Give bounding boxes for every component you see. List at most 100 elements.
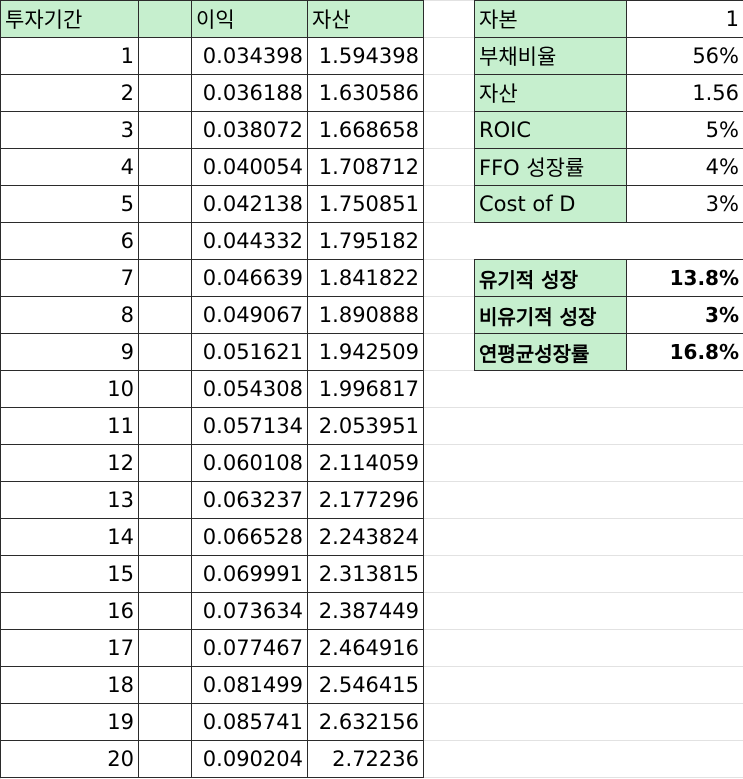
cell-profit-4[interactable]: 0.040054 bbox=[191, 148, 308, 186]
cell-assets-9[interactable]: 1.942509 bbox=[307, 333, 424, 371]
cell-blank-16[interactable] bbox=[138, 592, 192, 630]
param-value-0[interactable]: 1 bbox=[626, 0, 743, 38]
cell-blank-5[interactable] bbox=[138, 185, 192, 223]
cell-profit-17[interactable]: 0.077467 bbox=[191, 629, 308, 667]
param-value-3[interactable]: 5% bbox=[626, 111, 743, 149]
cell-period-9[interactable]: 9 bbox=[0, 333, 139, 371]
header-blank[interactable] bbox=[138, 0, 192, 38]
cell-period-4[interactable]: 4 bbox=[0, 148, 139, 186]
cell-profit-16[interactable]: 0.073634 bbox=[191, 592, 308, 630]
result-label-0[interactable]: 유기적 성장 bbox=[474, 259, 627, 297]
cell-period-11[interactable]: 11 bbox=[0, 407, 139, 445]
cell-period-12[interactable]: 12 bbox=[0, 444, 139, 482]
cell-profit-10[interactable]: 0.054308 bbox=[191, 370, 308, 408]
header-period[interactable]: 투자기간 bbox=[0, 0, 139, 38]
cell-profit-6[interactable]: 0.044332 bbox=[191, 222, 308, 260]
cell-blank-15[interactable] bbox=[138, 555, 192, 593]
cell-blank-13[interactable] bbox=[138, 481, 192, 519]
cell-assets-5[interactable]: 1.750851 bbox=[307, 185, 424, 223]
cell-profit-18[interactable]: 0.081499 bbox=[191, 666, 308, 704]
param-value-2[interactable]: 1.56 bbox=[626, 74, 743, 112]
result-value-2[interactable]: 16.8% bbox=[626, 333, 743, 371]
param-label-5[interactable]: Cost of D bbox=[474, 185, 627, 223]
cell-assets-20[interactable]: 2.72236 bbox=[307, 740, 424, 778]
param-label-0[interactable]: 자본 bbox=[474, 0, 627, 38]
cell-period-17[interactable]: 17 bbox=[0, 629, 139, 667]
cell-period-2[interactable]: 2 bbox=[0, 74, 139, 112]
header-profit[interactable]: 이익 bbox=[191, 0, 308, 38]
cell-assets-19[interactable]: 2.632156 bbox=[307, 703, 424, 741]
cell-period-20[interactable]: 20 bbox=[0, 740, 139, 778]
cell-assets-3[interactable]: 1.668658 bbox=[307, 111, 424, 149]
cell-blank-12[interactable] bbox=[138, 444, 192, 482]
cell-period-16[interactable]: 16 bbox=[0, 592, 139, 630]
cell-blank-19[interactable] bbox=[138, 703, 192, 741]
cell-assets-2[interactable]: 1.630586 bbox=[307, 74, 424, 112]
cell-blank-14[interactable] bbox=[138, 518, 192, 556]
cell-profit-3[interactable]: 0.038072 bbox=[191, 111, 308, 149]
cell-period-7[interactable]: 7 bbox=[0, 259, 139, 297]
cell-blank-6[interactable] bbox=[138, 222, 192, 260]
cell-assets-12[interactable]: 2.114059 bbox=[307, 444, 424, 482]
cell-profit-5[interactable]: 0.042138 bbox=[191, 185, 308, 223]
cell-period-14[interactable]: 14 bbox=[0, 518, 139, 556]
cell-blank-8[interactable] bbox=[138, 296, 192, 334]
cell-profit-11[interactable]: 0.057134 bbox=[191, 407, 308, 445]
cell-profit-7[interactable]: 0.046639 bbox=[191, 259, 308, 297]
cell-period-19[interactable]: 19 bbox=[0, 703, 139, 741]
cell-profit-13[interactable]: 0.063237 bbox=[191, 481, 308, 519]
header-assets[interactable]: 자산 bbox=[307, 0, 424, 38]
param-value-5[interactable]: 3% bbox=[626, 185, 743, 223]
cell-blank-7[interactable] bbox=[138, 259, 192, 297]
cell-blank-18[interactable] bbox=[138, 666, 192, 704]
result-label-2[interactable]: 연평균성장률 bbox=[474, 333, 627, 371]
cell-profit-1[interactable]: 0.034398 bbox=[191, 37, 308, 75]
cell-period-5[interactable]: 5 bbox=[0, 185, 139, 223]
cell-blank-9[interactable] bbox=[138, 333, 192, 371]
cell-period-3[interactable]: 3 bbox=[0, 111, 139, 149]
cell-blank-4[interactable] bbox=[138, 148, 192, 186]
cell-assets-15[interactable]: 2.313815 bbox=[307, 555, 424, 593]
cell-profit-12[interactable]: 0.060108 bbox=[191, 444, 308, 482]
cell-period-1[interactable]: 1 bbox=[0, 37, 139, 75]
cell-assets-13[interactable]: 2.177296 bbox=[307, 481, 424, 519]
cell-assets-10[interactable]: 1.996817 bbox=[307, 370, 424, 408]
cell-assets-4[interactable]: 1.708712 bbox=[307, 148, 424, 186]
result-label-1[interactable]: 비유기적 성장 bbox=[474, 296, 627, 334]
cell-assets-11[interactable]: 2.053951 bbox=[307, 407, 424, 445]
cell-period-8[interactable]: 8 bbox=[0, 296, 139, 334]
cell-period-18[interactable]: 18 bbox=[0, 666, 139, 704]
cell-assets-7[interactable]: 1.841822 bbox=[307, 259, 424, 297]
cell-blank-1[interactable] bbox=[138, 37, 192, 75]
param-label-3[interactable]: ROIC bbox=[474, 111, 627, 149]
cell-profit-20[interactable]: 0.090204 bbox=[191, 740, 308, 778]
param-label-2[interactable]: 자산 bbox=[474, 74, 627, 112]
cell-blank-3[interactable] bbox=[138, 111, 192, 149]
param-label-1[interactable]: 부채비율 bbox=[474, 37, 627, 75]
cell-assets-17[interactable]: 2.464916 bbox=[307, 629, 424, 667]
cell-blank-20[interactable] bbox=[138, 740, 192, 778]
cell-period-13[interactable]: 13 bbox=[0, 481, 139, 519]
cell-assets-1[interactable]: 1.594398 bbox=[307, 37, 424, 75]
cell-assets-14[interactable]: 2.243824 bbox=[307, 518, 424, 556]
cell-blank-11[interactable] bbox=[138, 407, 192, 445]
cell-profit-19[interactable]: 0.085741 bbox=[191, 703, 308, 741]
result-value-1[interactable]: 3% bbox=[626, 296, 743, 334]
cell-assets-6[interactable]: 1.795182 bbox=[307, 222, 424, 260]
cell-assets-8[interactable]: 1.890888 bbox=[307, 296, 424, 334]
cell-profit-9[interactable]: 0.051621 bbox=[191, 333, 308, 371]
param-value-1[interactable]: 56% bbox=[626, 37, 743, 75]
cell-period-10[interactable]: 10 bbox=[0, 370, 139, 408]
cell-profit-15[interactable]: 0.069991 bbox=[191, 555, 308, 593]
param-label-4[interactable]: FFO 성장률 bbox=[474, 148, 627, 186]
cell-assets-16[interactable]: 2.387449 bbox=[307, 592, 424, 630]
cell-period-15[interactable]: 15 bbox=[0, 555, 139, 593]
cell-profit-8[interactable]: 0.049067 bbox=[191, 296, 308, 334]
cell-blank-2[interactable] bbox=[138, 74, 192, 112]
cell-assets-18[interactable]: 2.546415 bbox=[307, 666, 424, 704]
cell-profit-14[interactable]: 0.066528 bbox=[191, 518, 308, 556]
cell-blank-10[interactable] bbox=[138, 370, 192, 408]
param-value-4[interactable]: 4% bbox=[626, 148, 743, 186]
cell-blank-17[interactable] bbox=[138, 629, 192, 667]
cell-period-6[interactable]: 6 bbox=[0, 222, 139, 260]
